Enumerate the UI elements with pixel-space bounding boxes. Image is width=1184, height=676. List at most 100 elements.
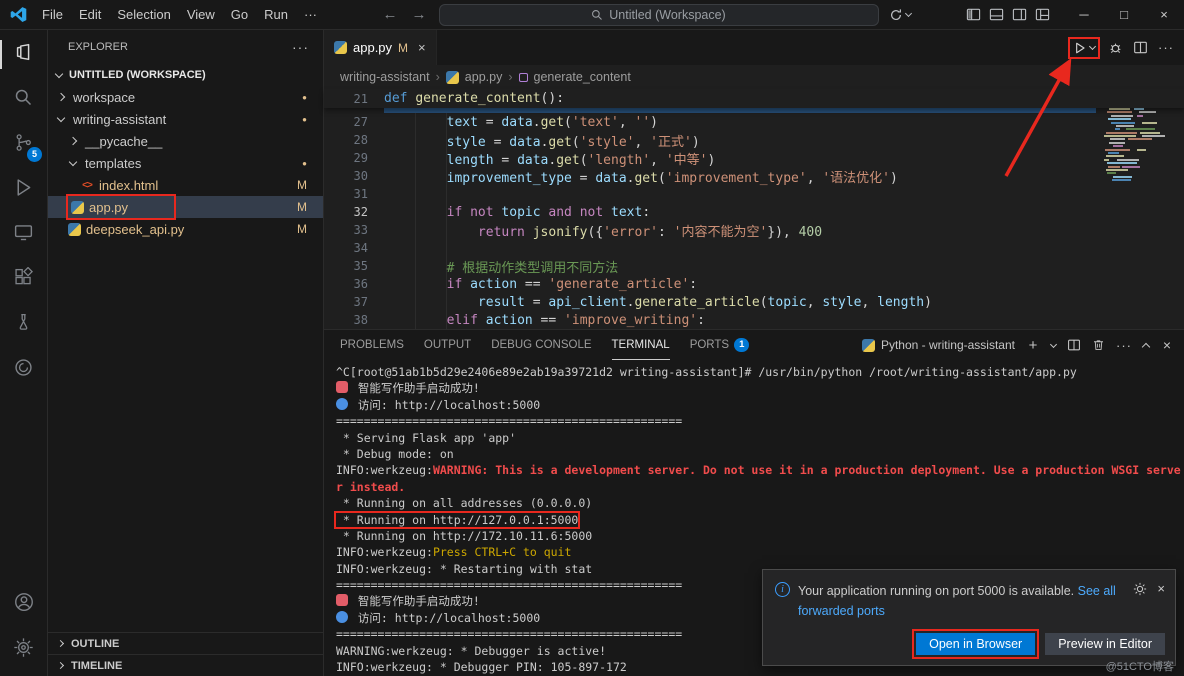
more-actions-icon[interactable]: ··· <box>1158 40 1174 55</box>
close-window-button[interactable]: × <box>1144 0 1184 29</box>
tree-item-workspace[interactable]: workspace ● <box>48 86 323 108</box>
code-line: 28 style = data.get('style', '正式') <box>324 131 1184 149</box>
terminal-line: * Running on http://127.0.0.1:5000 <box>336 512 1184 528</box>
activitybar-extensions[interactable] <box>0 257 47 302</box>
menu-go[interactable]: Go <box>223 4 256 26</box>
debug-icon[interactable] <box>1108 40 1123 55</box>
panel-tab-label: TERMINAL <box>612 339 670 351</box>
breadcrumb-file[interactable]: app.py <box>465 70 503 84</box>
activitybar-explorer[interactable] <box>0 32 47 77</box>
sticky-scroll-line[interactable]: 21 def generate_content(): <box>324 89 1184 108</box>
git-modified-badge: M <box>297 222 323 236</box>
tree-item-templates[interactable]: templates● <box>48 152 323 174</box>
tree-item-label: workspace <box>73 90 135 105</box>
vscode-window: FileEditSelectionViewGoRun··· ← → Untitl… <box>0 0 1184 676</box>
panel-tab-output[interactable]: OUTPUT <box>424 330 471 360</box>
toggle-panel-icon[interactable] <box>989 7 1004 22</box>
activitybar-remote-explorer[interactable] <box>0 212 47 257</box>
tree-item-label: templates <box>85 156 141 171</box>
chevron-down-icon <box>57 113 65 121</box>
panel-more-actions-icon[interactable]: ··· <box>1116 338 1132 353</box>
activitybar-source-control[interactable]: 5 <box>0 122 47 167</box>
sidebar-section-outline[interactable]: OUTLINE <box>48 632 323 654</box>
customize-layout-icon[interactable] <box>1035 7 1050 22</box>
info-icon: i <box>775 582 790 597</box>
toggle-secondary-sidebar-icon[interactable] <box>1012 7 1027 22</box>
workspace-section-header[interactable]: UNTITLED (WORKSPACE) <box>48 64 323 86</box>
code-editor[interactable]: 21 def generate_content(): 27 text = dat… <box>324 89 1184 329</box>
terminal-line: * Debug mode: on <box>336 446 1184 462</box>
notification-buttons: Open in Browser Preview in Editor <box>775 633 1165 655</box>
close-panel-icon[interactable]: × <box>1160 337 1174 353</box>
terminal-profile[interactable]: Python - writing-assistant <box>862 338 1015 352</box>
activitybar-run-and-debug[interactable] <box>0 167 47 212</box>
split-terminal-icon[interactable] <box>1067 338 1081 352</box>
preview-in-editor-button[interactable]: Preview in Editor <box>1045 633 1165 655</box>
tab-app-py[interactable]: app.py M × <box>324 30 437 65</box>
activitybar-accounts[interactable] <box>0 582 47 627</box>
annotated-terminal-text: * Running on http://127.0.0.1:5000 <box>336 513 578 527</box>
code-line: 27 text = data.get('text', '') <box>324 113 1184 131</box>
notification-settings-gear-icon[interactable] <box>1133 582 1147 596</box>
run-python-file-button[interactable] <box>1070 39 1098 57</box>
search-label: Untitled (Workspace) <box>609 8 725 22</box>
tree-item-writing-assistant[interactable]: writing-assistant● <box>48 108 323 130</box>
tree-item-app-py[interactable]: app.pyM <box>48 196 323 218</box>
panel-tab-debug-console[interactable]: DEBUG CONSOLE <box>491 330 591 360</box>
command-center-search[interactable]: Untitled (Workspace) <box>439 4 879 26</box>
maximize-button[interactable]: □ <box>1104 0 1144 29</box>
breadcrumb-folder[interactable]: writing-assistant <box>340 70 430 84</box>
remote-explorer-icon <box>13 222 34 248</box>
git-modified-badge: M <box>297 178 323 192</box>
sidebar-section-timeline[interactable]: TIMELINE <box>48 654 323 676</box>
breadcrumb-symbol[interactable]: generate_content <box>534 70 631 84</box>
menu-edit[interactable]: Edit <box>71 4 109 26</box>
panel-tab-terminal[interactable]: TERMINAL <box>612 330 670 360</box>
menu-selection[interactable]: Selection <box>109 4 178 26</box>
forward-arrow-icon[interactable]: → <box>410 6 429 23</box>
activitybar-plugin[interactable] <box>0 347 47 392</box>
git-modified-dot-icon: ● <box>302 115 323 124</box>
sync-button[interactable] <box>889 8 911 22</box>
robot-emoji-icon <box>336 381 348 393</box>
minimize-button[interactable]: ─ <box>1064 0 1104 29</box>
split-editor-icon[interactable] <box>1133 40 1148 55</box>
terminal-line: 访问: http://localhost:5000 <box>336 397 1184 413</box>
new-terminal-button[interactable]: + <box>1026 337 1040 354</box>
panel-tab-problems[interactable]: PROBLEMS <box>340 330 404 360</box>
activitybar-search[interactable] <box>0 77 47 122</box>
close-tab-icon[interactable]: × <box>418 40 426 55</box>
python-file-icon <box>446 71 459 84</box>
tree-item-deepseek-api-py[interactable]: deepseek_api.pyM <box>48 218 323 240</box>
maximize-panel-icon[interactable] <box>1142 342 1150 350</box>
kill-terminal-icon[interactable] <box>1092 338 1105 352</box>
line-number: 27 <box>324 115 384 129</box>
activitybar-settings[interactable] <box>0 627 47 672</box>
tree-item-index-html[interactable]: <>index.htmlM <box>48 174 323 196</box>
run-and-debug-icon <box>13 177 34 203</box>
sidebar-more-actions[interactable]: ··· <box>292 39 309 55</box>
explorer-icon <box>13 41 35 68</box>
code-line: 37 result = api_client.generate_article(… <box>324 293 1184 311</box>
panel-tab-ports[interactable]: PORTS1 <box>690 330 750 360</box>
code-line: 34 <box>324 239 1184 257</box>
tree-item-pycache[interactable]: __pycache__ <box>48 130 323 152</box>
code-line: 35 # 根据动作类型调用不同方法 <box>324 257 1184 275</box>
menu-run[interactable]: Run <box>256 4 296 26</box>
close-notification-icon[interactable]: × <box>1157 581 1165 596</box>
code-line: 30 improvement_type = data.get('improvem… <box>324 167 1184 185</box>
back-arrow-icon[interactable]: ← <box>381 6 400 23</box>
menu-more[interactable]: ··· <box>296 4 325 26</box>
explorer-sidebar: EXPLORER ··· UNTITLED (WORKSPACE) worksp… <box>48 30 324 676</box>
settings-icon <box>13 637 34 663</box>
open-in-browser-button[interactable]: Open in Browser <box>916 633 1035 655</box>
panel-tab-label: OUTPUT <box>424 339 471 351</box>
python-file-icon <box>71 201 84 214</box>
menu-view[interactable]: View <box>179 4 223 26</box>
toggle-sidebar-icon[interactable] <box>966 7 981 22</box>
terminal-dropdown-icon[interactable] <box>1050 340 1057 347</box>
git-modified-dot-icon: ● <box>302 93 323 102</box>
menu-file[interactable]: File <box>34 4 71 26</box>
run-dropdown-icon[interactable] <box>1089 43 1096 50</box>
activitybar-testing[interactable] <box>0 302 47 347</box>
